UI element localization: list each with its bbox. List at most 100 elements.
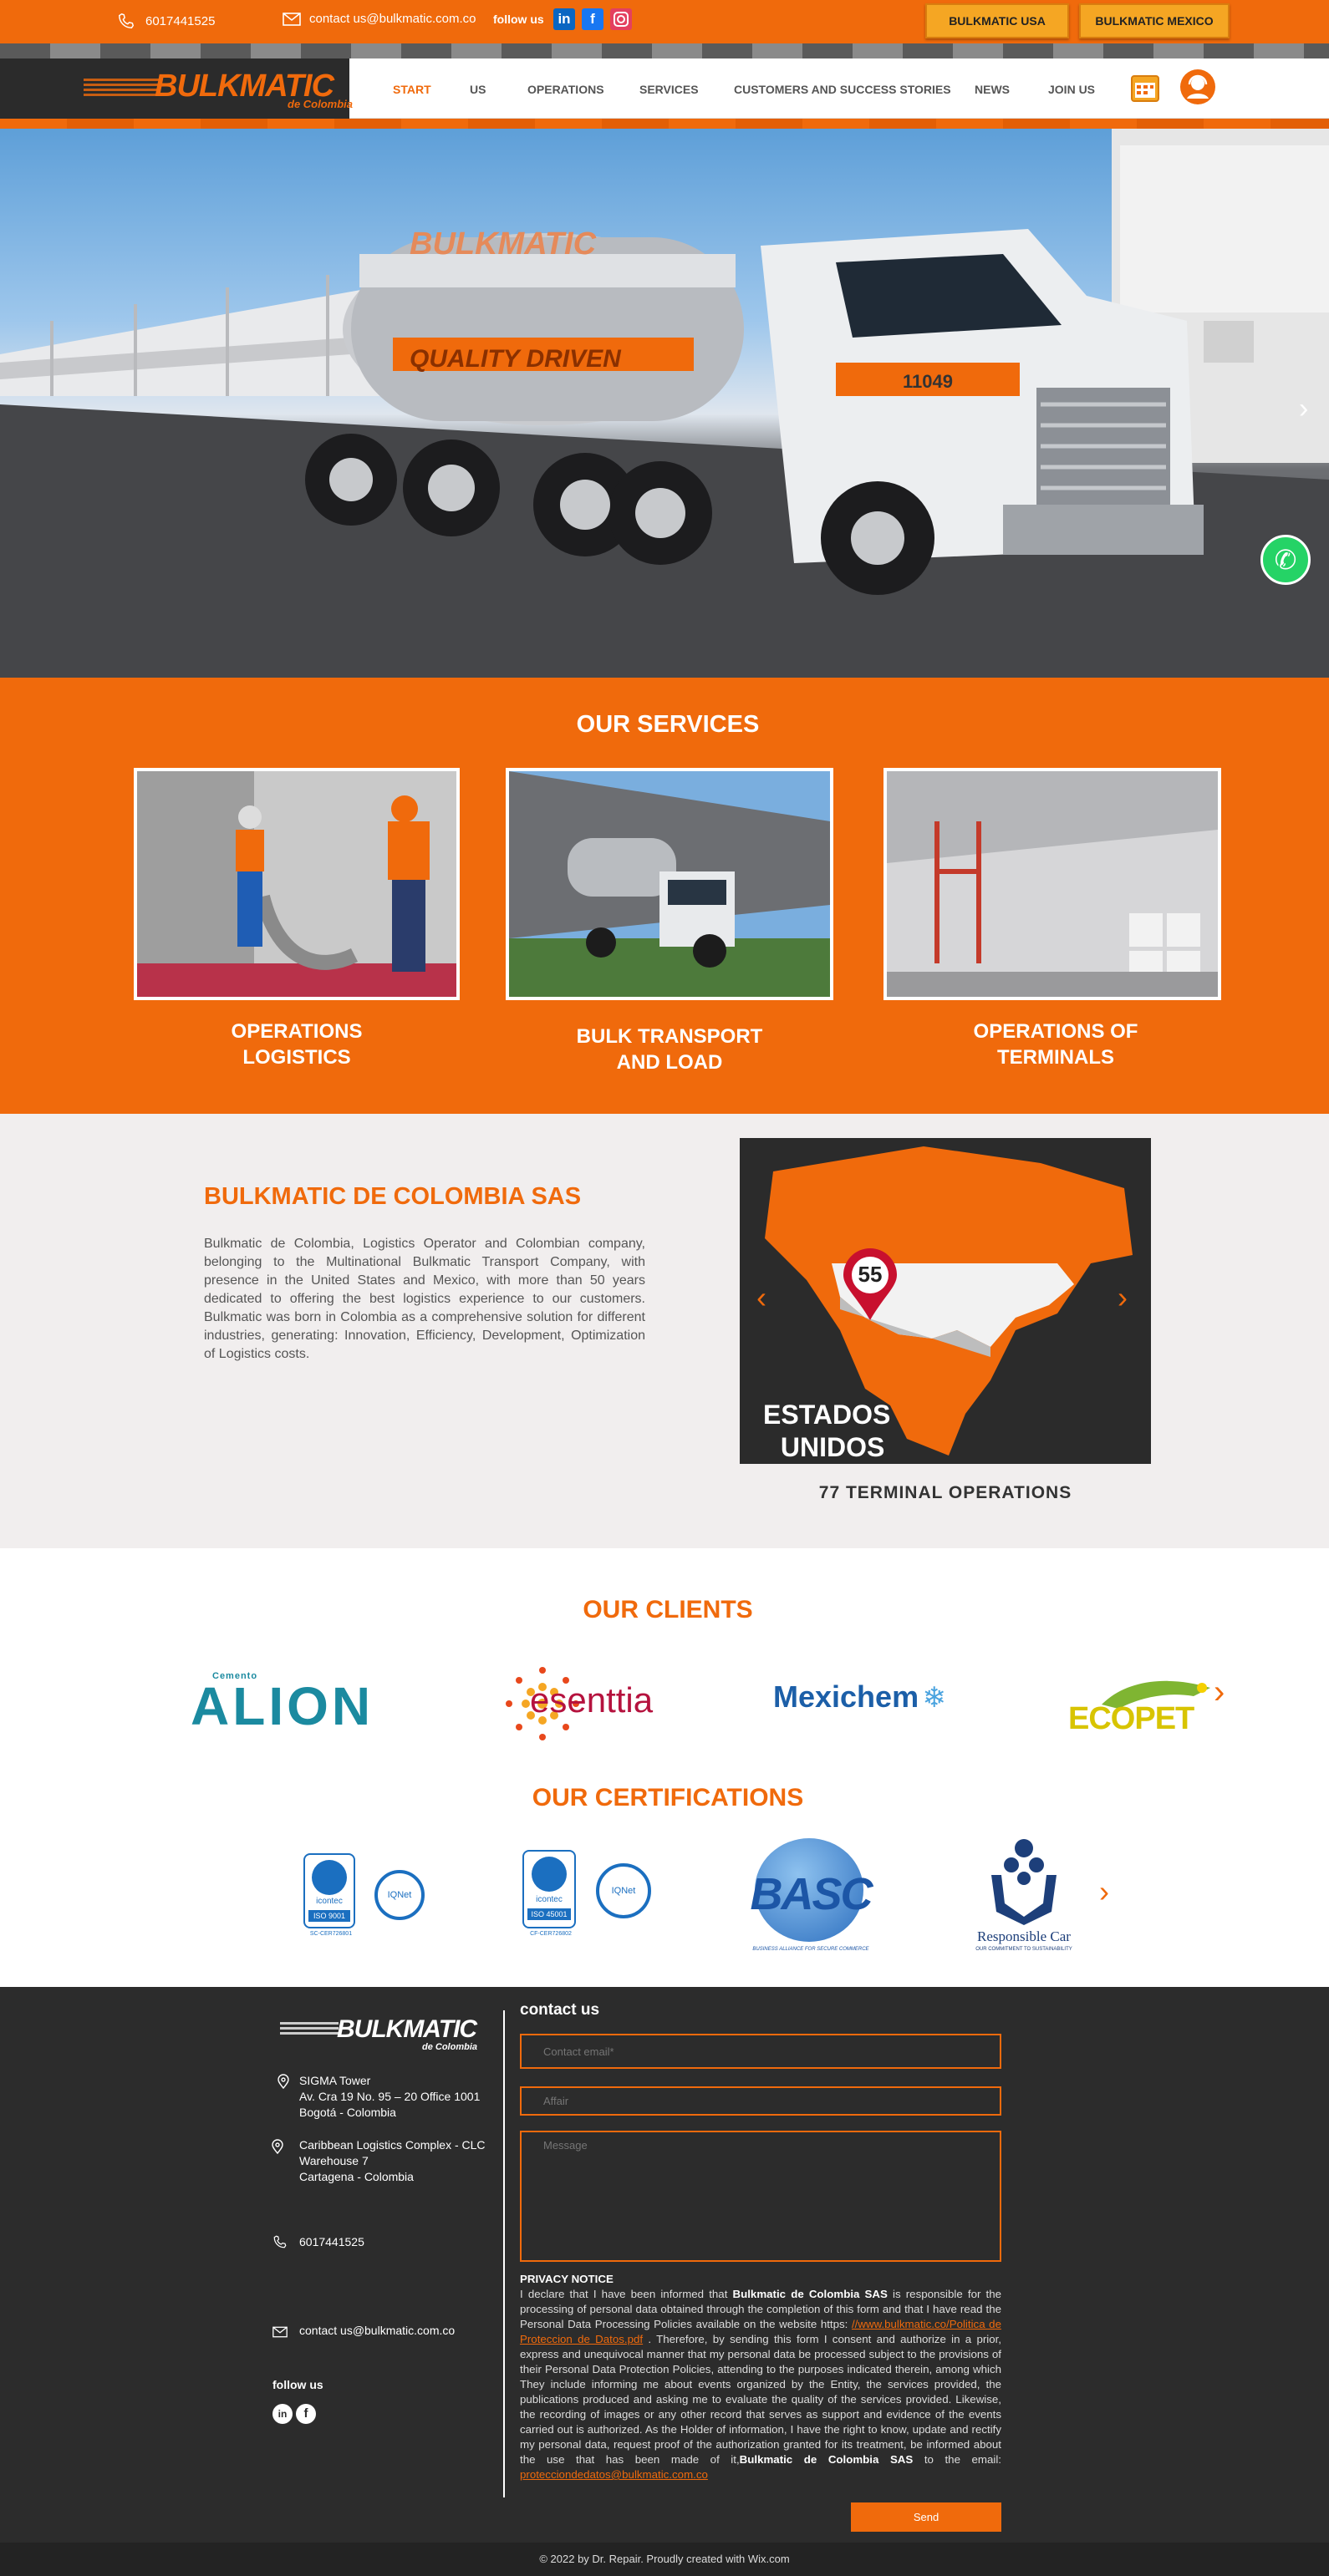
bulk-transport-photo: [509, 771, 830, 997]
bulkmatic-mexico-button[interactable]: BULKMATIC MEXICO: [1079, 3, 1230, 38]
contact-us-title: contact us: [520, 2001, 600, 2019]
cert2-name: icontec: [536, 1895, 563, 1904]
map-caption: 77 TERMINAL OPERATIONS: [818, 1483, 1072, 1502]
icontec-logo-icon-2: [532, 1857, 567, 1892]
footer-phone[interactable]: 6017441525: [299, 2234, 364, 2250]
service-label-logistics-line2: LOGISTICS: [242, 1046, 351, 1069]
cert3-caption: BUSINESS ALLIANCE FOR SECURE COMMERCE: [752, 1947, 869, 1952]
service-image-terminals[interactable]: [883, 768, 1221, 1000]
service-label-bulk-transport[interactable]: BULK TRANSPORT AND LOAD: [548, 1024, 791, 1075]
service-label-logistics[interactable]: OPERATIONS LOGISTICS: [176, 1019, 418, 1070]
privacy-title: PRIVACY NOTICE: [520, 2273, 614, 2285]
client-logo-ecopetrol[interactable]: ECOPET: [1068, 1671, 1210, 1738]
responsible-care-hands-icon: [991, 1839, 1057, 1925]
service-image-logistics[interactable]: [134, 768, 460, 1000]
cert4-caption: OUR COMMITMENT TO SUSTAINABILITY: [975, 1947, 1072, 1952]
certifications-next-arrow[interactable]: ›: [1099, 1874, 1109, 1909]
cert-basc[interactable]: BASC BUSINESS ALLIANCE FOR SECURE COMMER…: [740, 1838, 882, 1957]
about-text: Bulkmatic de Colombia, Logistics Operato…: [204, 1237, 645, 1361]
hero-banner: QUALITY DRIVEN BULKMATIC 11049 ›: [0, 129, 1329, 678]
address1-line1: SIGMA Tower: [299, 2074, 371, 2087]
client-alion-name: ALION: [191, 1676, 374, 1736]
nav-customers[interactable]: CUSTOMERS AND SUCCESS STORIES: [734, 83, 951, 96]
top-phone-text: 6017441525: [145, 13, 216, 28]
terminals-photo: [887, 771, 1218, 997]
client-mexichem-name: Mexichem: [773, 1679, 919, 1714]
footer-address-cartagena: Caribbean Logistics Complex - CLC Wareho…: [299, 2137, 486, 2185]
service-label-terminals[interactable]: OPERATIONS OF TERMINALS: [934, 1019, 1177, 1070]
nav-us[interactable]: US: [470, 83, 486, 96]
footer-credit: © 2022 by Dr. Repair. Proudly created wi…: [0, 2543, 1329, 2576]
client-logo-alion[interactable]: Cemento ALION: [191, 1671, 379, 1735]
cert1-name: icontec: [316, 1897, 343, 1906]
hero-cab-number: 11049: [903, 371, 953, 392]
calendar-icon[interactable]: [1129, 72, 1161, 104]
phone-icon-footer: [273, 2235, 287, 2248]
map-prev-arrow[interactable]: ‹: [756, 1280, 766, 1315]
cert1-id: SC-CER726801: [309, 1931, 353, 1937]
top-contact-bar: 6017441525 contact us@bulkmatic.com.co f…: [0, 0, 1329, 43]
cert2-id: CF-CER726802: [530, 1931, 572, 1937]
footer-linkedin-icon[interactable]: in: [272, 2404, 293, 2424]
cert-iso45001[interactable]: icontec ISO 45001 IQNet CF-CER726802: [522, 1850, 656, 1942]
facebook-icon[interactable]: f: [582, 8, 603, 30]
mail-icon-footer: [272, 2326, 288, 2338]
instagram-icon[interactable]: [610, 8, 632, 30]
cert1-code: ISO 9001: [308, 1910, 350, 1922]
nav-join-us[interactable]: JOIN US: [1048, 83, 1095, 96]
mexichem-snowflake-icon: ❄: [922, 1682, 947, 1714]
iqnet-badge: IQNet: [374, 1870, 425, 1920]
top-phone[interactable]: 6017441525: [117, 12, 215, 30]
privacy-email-link[interactable]: protecciondedatos@bulkmatic.com.co: [520, 2468, 708, 2481]
footer-logo-word: BULKMATIC: [337, 2015, 477, 2043]
cert-responsible-care[interactable]: Responsible Car OUR COMMITMENT TO SUSTAI…: [961, 1837, 1087, 1959]
certifications-title: OUR CERTIFICATIONS: [532, 1784, 804, 1811]
footer-address-bogota: SIGMA Tower Av. Cra 19 No. 95 – 20 Offic…: [299, 2073, 480, 2121]
client-logo-mexichem[interactable]: Mexichem ❄: [773, 1679, 974, 1721]
footer-logo[interactable]: BULKMATIC de Colombia: [280, 2015, 489, 2059]
cert3-name: BASC: [750, 1869, 873, 1919]
address2-line1: Caribbean Logistics Complex - CLC: [299, 2138, 486, 2152]
service-image-bulk-transport[interactable]: [506, 768, 833, 1000]
affair-field[interactable]: [520, 2086, 1001, 2116]
top-email[interactable]: contact us@bulkmatic.com.co: [283, 12, 476, 26]
linkedin-icon[interactable]: in: [553, 8, 575, 30]
whatsapp-icon[interactable]: ✆: [1260, 535, 1311, 585]
logo-speed-lines: [84, 79, 159, 97]
contact-email-field[interactable]: [520, 2034, 1001, 2069]
nav-start[interactable]: START: [393, 83, 431, 96]
clients-next-arrow[interactable]: ›: [1214, 1674, 1225, 1711]
clients-title: OUR CLIENTS: [583, 1596, 753, 1623]
location-pin-icon-2: [272, 2139, 283, 2154]
service-label-terminals-line1: OPERATIONS OF: [973, 1020, 1138, 1043]
cert2-code: ISO 45001: [527, 1908, 571, 1920]
nav-operations[interactable]: OPERATIONS: [527, 83, 604, 96]
address2-line3: Cartagena - Colombia: [299, 2170, 414, 2183]
cert-iso9001[interactable]: icontec ISO 9001 IQNet SC-CER726801: [303, 1853, 430, 1940]
map-label-line1: ESTADOS: [763, 1400, 891, 1430]
map-pin-number: 55: [858, 1262, 883, 1287]
hero-next-arrow[interactable]: ›: [1299, 393, 1308, 425]
follow-us-label: follow us: [493, 13, 544, 26]
user-support-icon[interactable]: [1179, 69, 1216, 105]
nav-services[interactable]: SERVICES: [639, 83, 699, 96]
address1-line2: Av. Cra 19 No. 95 – 20 Office 1001: [299, 2090, 481, 2103]
map-next-arrow[interactable]: ›: [1118, 1280, 1128, 1315]
footer-facebook-icon[interactable]: f: [296, 2404, 316, 2424]
service-label-logistics-line1: OPERATIONS: [231, 1020, 363, 1043]
map-label-line2: UNIDOS: [780, 1432, 885, 1462]
icontec-badge-9001: icontec ISO 9001: [303, 1853, 355, 1928]
message-field[interactable]: [520, 2131, 1001, 2262]
privacy-text-1: I declare that I have been informed that: [520, 2288, 733, 2300]
privacy-text-4: to the email:: [913, 2453, 1001, 2466]
client-logo-esenttia[interactable]: esenttia: [496, 1659, 664, 1749]
send-button[interactable]: Send: [851, 2502, 1001, 2532]
mail-icon: [283, 12, 301, 26]
footer-email[interactable]: contact us@bulkmatic.com.co: [299, 2323, 455, 2339]
service-label-bulk-line2: AND LOAD: [616, 1051, 723, 1074]
bulkmatic-usa-button[interactable]: BULKMATIC USA: [925, 3, 1069, 38]
nav-news[interactable]: NEWS: [975, 83, 1010, 96]
top-email-text: contact us@bulkmatic.com.co: [309, 12, 476, 26]
logistics-photo: [137, 771, 456, 997]
services-title: OUR SERVICES: [576, 711, 760, 738]
